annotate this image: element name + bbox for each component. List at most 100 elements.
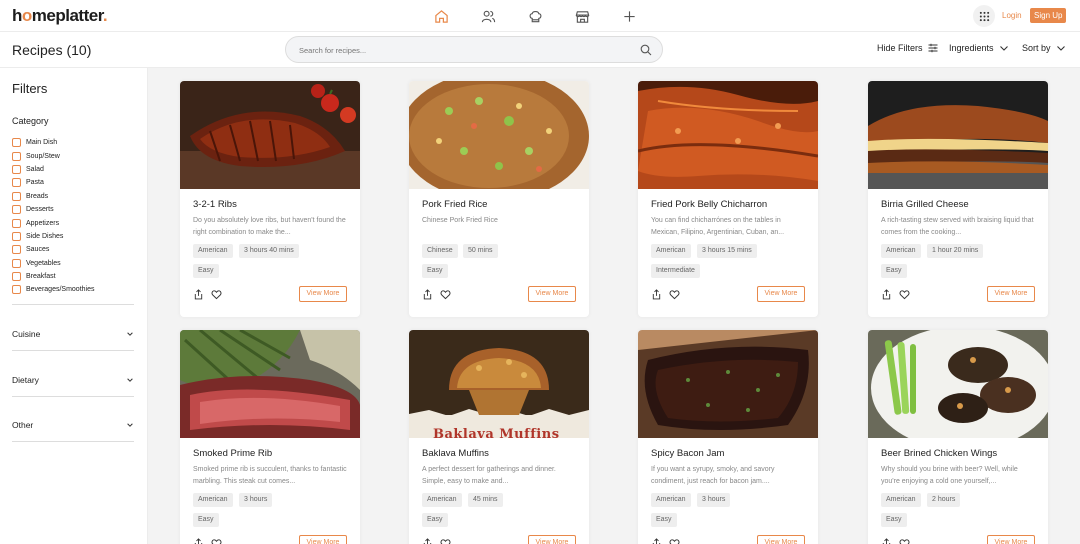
category-checkbox-item[interactable]: Beverages/Smoothies (12, 283, 94, 296)
recipe-card[interactable]: Beer Brined Chicken Wings Why should you… (868, 330, 1048, 544)
view-more-button[interactable]: View More (987, 535, 1035, 544)
share-icon[interactable] (422, 538, 433, 544)
checkbox[interactable] (12, 138, 21, 148)
heart-icon[interactable] (211, 289, 222, 300)
checkbox[interactable] (12, 285, 21, 295)
checkbox[interactable] (12, 272, 21, 282)
checkbox[interactable] (12, 231, 21, 241)
view-more-button[interactable]: View More (299, 535, 347, 544)
recipe-card[interactable]: Birria Grilled Cheese A rich-tasting ste… (868, 81, 1048, 317)
cuisine-tag: American (422, 493, 462, 507)
category-checkbox-item[interactable]: Main Dish (12, 136, 94, 149)
login-link[interactable]: Login (1002, 11, 1022, 20)
dietary-accordion[interactable]: Dietary (12, 372, 134, 388)
share-icon[interactable] (651, 289, 662, 300)
view-more-button[interactable]: View More (757, 535, 805, 544)
recipe-card[interactable]: Fried Pork Belly Chicharron You can find… (638, 81, 818, 317)
category-checkbox-item[interactable]: Sauces (12, 243, 94, 256)
view-more-button[interactable]: View More (528, 286, 576, 302)
heart-icon[interactable] (899, 538, 910, 544)
recipe-card[interactable]: Spicy Bacon Jam If you want a syrupy, sm… (638, 330, 818, 544)
recipe-image[interactable] (868, 81, 1048, 189)
search-input[interactable] (299, 43, 619, 57)
ingredients-dropdown[interactable]: Ingredients (949, 43, 1009, 53)
recipe-description: Why should you brine with beer? Well, wh… (881, 466, 1018, 485)
recipe-card[interactable]: Smoked Prime Rib Smoked prime rib is suc… (180, 330, 360, 544)
recipe-image[interactable] (409, 330, 589, 438)
recipe-title[interactable]: Pork Fried Rice (422, 199, 487, 210)
checkbox[interactable] (12, 218, 21, 228)
heart-icon[interactable] (211, 538, 222, 544)
category-checkbox-item[interactable]: Pasta (12, 176, 94, 189)
signup-button[interactable]: Sign Up (1030, 8, 1067, 23)
recipe-title[interactable]: Birria Grilled Cheese (881, 199, 969, 210)
share-icon[interactable] (651, 538, 662, 544)
cuisine-accordion[interactable]: Cuisine (12, 326, 134, 342)
category-checkbox-item[interactable]: Salad (12, 163, 94, 176)
recipe-card[interactable]: 3-2-1 Ribs Do you absolutely love ribs, … (180, 81, 360, 317)
view-more-button[interactable]: View More (528, 535, 576, 544)
recipe-description: Chinese Pork Fried Rice (422, 217, 498, 224)
view-more-button[interactable]: View More (757, 286, 805, 302)
heart-icon[interactable] (899, 289, 910, 300)
users-icon[interactable] (477, 6, 499, 26)
other-accordion[interactable]: Other (12, 417, 134, 433)
recipe-title[interactable]: 3-2-1 Ribs (193, 199, 237, 210)
search-bar (285, 36, 663, 63)
sort-dropdown[interactable]: Sort by (1022, 43, 1066, 53)
checkbox[interactable] (12, 151, 21, 161)
cuisine-tag: American (881, 244, 921, 258)
category-checkbox-item[interactable]: Breads (12, 190, 94, 203)
heart-icon[interactable] (669, 538, 680, 544)
homeplatter-logo[interactable]: homeplatter. (12, 6, 108, 26)
view-more-button[interactable]: View More (987, 286, 1035, 302)
view-more-button[interactable]: View More (299, 286, 347, 302)
recipe-image[interactable] (868, 330, 1048, 438)
heart-icon[interactable] (669, 289, 680, 300)
category-checkbox-item[interactable]: Vegetables (12, 257, 94, 270)
category-checkbox-item[interactable]: Desserts (12, 203, 94, 216)
plus-icon[interactable] (618, 6, 640, 26)
recipe-image[interactable] (638, 81, 818, 189)
recipe-card[interactable]: Pork Fried Rice Chinese Pork Fried Rice … (409, 81, 589, 317)
category-checkbox-item[interactable]: Side Dishes (12, 230, 94, 243)
share-icon[interactable] (881, 538, 892, 544)
divider (12, 350, 134, 351)
heart-icon[interactable] (440, 538, 451, 544)
recipe-image[interactable] (409, 81, 589, 189)
category-checkbox-item[interactable]: Soup/Stew (12, 149, 94, 162)
grid-icon[interactable] (973, 5, 995, 27)
recipe-image[interactable] (180, 330, 360, 438)
recipe-title[interactable]: Spicy Bacon Jam (651, 448, 724, 459)
share-icon[interactable] (422, 289, 433, 300)
main-nav-icons (430, 6, 640, 26)
recipe-card[interactable]: Baklava Muffins Baklava Muffins A perfec… (409, 330, 589, 544)
chef-hat-icon[interactable] (524, 6, 546, 26)
recipe-title[interactable]: Smoked Prime Rib (193, 448, 272, 459)
category-checkbox-item[interactable]: Breakfast (12, 270, 94, 283)
recipe-title[interactable]: Baklava Muffins (422, 448, 489, 459)
difficulty-tag: Easy (881, 513, 907, 527)
share-icon[interactable] (881, 289, 892, 300)
recipe-image[interactable] (180, 81, 360, 189)
search-icon[interactable] (640, 44, 652, 56)
home-icon[interactable] (430, 6, 452, 26)
checkbox[interactable] (12, 258, 21, 268)
checkbox[interactable] (12, 178, 21, 188)
share-icon[interactable] (193, 289, 204, 300)
recipe-title[interactable]: Fried Pork Belly Chicharron (651, 199, 767, 210)
checkbox[interactable] (12, 245, 21, 255)
checkbox[interactable] (12, 164, 21, 174)
ingredients-label: Ingredients (949, 43, 994, 53)
recipe-description: Smoked prime rib is succulent, thanks to… (193, 466, 347, 485)
category-checkbox-item[interactable]: Appetizers (12, 216, 94, 229)
checkbox[interactable] (12, 191, 21, 201)
hide-filters-button[interactable]: Hide Filters (877, 43, 938, 53)
heart-icon[interactable] (440, 289, 451, 300)
share-icon[interactable] (193, 538, 204, 544)
checkbox[interactable] (12, 205, 21, 215)
store-icon[interactable] (571, 6, 593, 26)
divider (12, 304, 134, 305)
recipe-title[interactable]: Beer Brined Chicken Wings (881, 448, 997, 459)
recipe-image[interactable] (638, 330, 818, 438)
